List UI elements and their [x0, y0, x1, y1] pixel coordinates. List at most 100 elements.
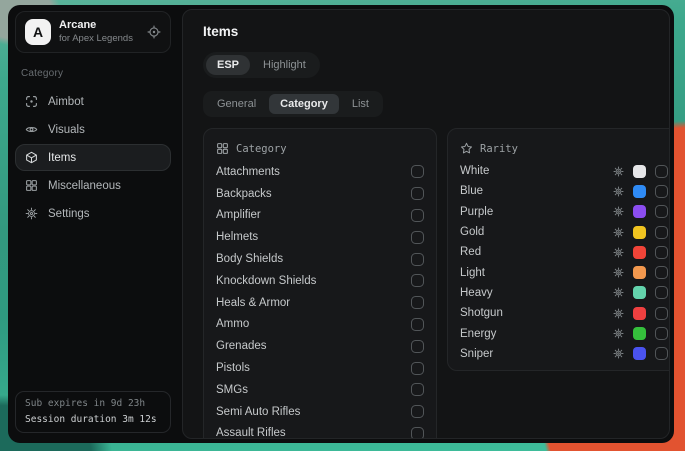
mode-highlight[interactable]: Highlight [252, 55, 317, 75]
rarity-checkbox[interactable] [655, 226, 668, 239]
category-checkbox[interactable] [411, 187, 424, 200]
session-duration-text: Session duration 3m 12s [25, 414, 161, 426]
category-grid-icon [216, 142, 229, 155]
rarity-color-swatch[interactable] [633, 307, 646, 320]
category-checkbox[interactable] [411, 383, 424, 396]
category-item-label: Helmets [216, 231, 411, 243]
eye-icon [25, 123, 38, 136]
rarity-checkbox[interactable] [655, 185, 668, 198]
app-subtitle: for Apex Legends [59, 33, 133, 45]
rarity-item-label: Shotgun [460, 307, 613, 319]
rarity-color-swatch[interactable] [633, 185, 646, 198]
category-row: Attachments [204, 161, 436, 183]
category-panel: Category Attachments Backpacks Amplifier He… [203, 128, 437, 439]
rarity-row: Sniper [448, 344, 670, 364]
rarity-color-swatch[interactable] [633, 165, 646, 178]
category-checkbox[interactable] [411, 296, 424, 309]
category-row: Amplifier [204, 205, 436, 227]
rarity-color-swatch[interactable] [633, 205, 646, 218]
rarity-panel: Rarity WhiteBluePurpleGoldRedLightHeavyS… [447, 128, 670, 371]
gear-icon[interactable] [613, 287, 624, 298]
rarity-color-swatch[interactable] [633, 226, 646, 239]
target-icon[interactable] [147, 25, 161, 39]
app-header: A Arcane for Apex Legends [15, 11, 171, 53]
app-name: Arcane [59, 19, 133, 33]
rarity-checkbox[interactable] [655, 347, 668, 360]
sidebar-item-aimbot[interactable]: Aimbot [15, 88, 171, 115]
rarity-row: Heavy [448, 283, 670, 303]
category-checkbox[interactable] [411, 405, 424, 418]
gear-icon[interactable] [613, 166, 624, 177]
category-checkbox[interactable] [411, 318, 424, 331]
sidebar-item-miscellaneous[interactable]: Miscellaneous [15, 172, 171, 199]
esp-mode-toggle: ESPHighlight [203, 52, 320, 78]
rarity-row: Blue [448, 181, 670, 201]
sub-expiry-text: Sub expires in 9d 23h [25, 398, 161, 410]
category-checkbox[interactable] [411, 362, 424, 375]
category-item-label: Amplifier [216, 209, 411, 221]
tab-category[interactable]: Category [269, 94, 339, 114]
grid-icon [25, 179, 38, 192]
rarity-color-swatch[interactable] [633, 347, 646, 360]
gear-icon[interactable] [613, 186, 624, 197]
category-row: Body Shields [204, 248, 436, 270]
rarity-checkbox[interactable] [655, 307, 668, 320]
mode-esp[interactable]: ESP [206, 55, 250, 75]
category-item-label: Knockdown Shields [216, 275, 411, 287]
rarity-panel-header: Rarity [448, 129, 670, 161]
rarity-checkbox[interactable] [655, 165, 668, 178]
category-checkbox[interactable] [411, 253, 424, 266]
rarity-color-swatch[interactable] [633, 246, 646, 259]
category-row: Semi Auto Rifles [204, 401, 436, 423]
rarity-item-label: Purple [460, 206, 613, 218]
rarity-color-swatch[interactable] [633, 266, 646, 279]
gear-icon[interactable] [613, 227, 624, 238]
category-item-label: Assault Rifles [216, 427, 411, 439]
category-item-label: Attachments [216, 166, 411, 178]
app-logo-letter: A [33, 24, 43, 40]
rarity-list: WhiteBluePurpleGoldRedLightHeavyShotgunE… [448, 161, 670, 364]
star-icon [460, 142, 473, 155]
rarity-checkbox[interactable] [655, 286, 668, 299]
gear-icon[interactable] [613, 247, 624, 258]
rarity-checkbox[interactable] [655, 246, 668, 259]
category-row: Helmets [204, 226, 436, 248]
category-checkbox[interactable] [411, 231, 424, 244]
category-row: Backpacks [204, 183, 436, 205]
rarity-item-label: White [460, 165, 613, 177]
category-checkbox[interactable] [411, 209, 424, 222]
category-panel-title: Category [236, 143, 287, 155]
sidebar-item-visuals[interactable]: Visuals [15, 116, 171, 143]
category-row: Grenades [204, 335, 436, 357]
rarity-panel-title: Rarity [480, 143, 518, 155]
sidebar-item-label: Miscellaneous [48, 180, 121, 192]
rarity-checkbox[interactable] [655, 327, 668, 340]
gear-icon[interactable] [613, 206, 624, 217]
gear-icon[interactable] [613, 308, 624, 319]
rarity-item-label: Energy [460, 328, 613, 340]
category-checkbox[interactable] [411, 165, 424, 178]
rarity-row: Light [448, 262, 670, 282]
cube-icon [25, 151, 38, 164]
rarity-color-swatch[interactable] [633, 286, 646, 299]
category-checkbox[interactable] [411, 340, 424, 353]
rarity-checkbox[interactable] [655, 205, 668, 218]
rarity-checkbox[interactable] [655, 266, 668, 279]
app-window: A Arcane for Apex Legends Category Aimbo… [8, 5, 674, 443]
sidebar-item-label: Visuals [48, 124, 85, 136]
sidebar-item-label: Items [48, 152, 76, 164]
sidebar-item-settings[interactable]: Settings [15, 200, 171, 227]
gear-icon[interactable] [613, 328, 624, 339]
rarity-row: Purple [448, 202, 670, 222]
category-item-label: Ammo [216, 318, 411, 330]
app-logo: A [25, 19, 51, 45]
tab-general[interactable]: General [206, 94, 267, 114]
sidebar-item-items[interactable]: Items [15, 144, 171, 171]
gear-icon[interactable] [613, 348, 624, 359]
tab-list[interactable]: List [341, 94, 380, 114]
category-row: Assault Rifles [204, 423, 436, 439]
category-checkbox[interactable] [411, 427, 424, 439]
category-checkbox[interactable] [411, 274, 424, 287]
rarity-color-swatch[interactable] [633, 327, 646, 340]
gear-icon[interactable] [613, 267, 624, 278]
